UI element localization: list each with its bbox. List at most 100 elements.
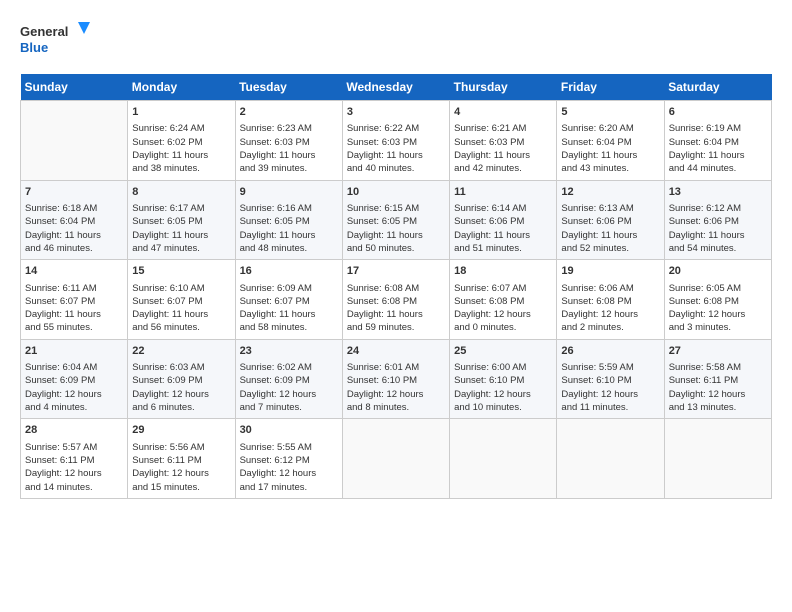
day-cell: 22Sunrise: 6:03 AM Sunset: 6:09 PM Dayli… [128, 339, 235, 419]
day-number: 6 [669, 105, 767, 120]
day-cell: 24Sunrise: 6:01 AM Sunset: 6:10 PM Dayli… [342, 339, 449, 419]
day-number: 27 [669, 344, 767, 359]
day-number: 18 [454, 264, 552, 279]
day-number: 14 [25, 264, 123, 279]
day-cell: 10 Sunrise: 6:15 AM Sunset: 6:05 PM Dayli… [342, 180, 449, 260]
day-cell: 9 Sunrise: 6:16 AM Sunset: 6:05 PM Daylig… [235, 180, 342, 260]
day-info: Sunrise: 6:09 AM Sunset: 6:07 PM Dayligh… [240, 282, 338, 335]
day-cell: 27 Sunrise: 5:58 AM Sunset: 6:11 PM Dayli… [664, 339, 771, 419]
day-info: Sunrise: 6:05 AM Sunset: 6:08 PM Dayligh… [669, 282, 767, 335]
day-info: Sunrise: 6:21 AM Sunset: 6:03 PM Dayligh… [454, 122, 552, 175]
day-cell: 1 Sunrise: 6:24 AM Sunset: 6:02 PM Daylig… [128, 101, 235, 181]
day-info: Sunrise: 6:02 AM Sunset: 6:09 PM Dayligh… [240, 361, 338, 414]
calendar-table: SundayMondayTuesdayWednesdayThursdayFrid… [20, 74, 772, 499]
day-number: 26 [561, 344, 659, 359]
day-cell: 2 Sunrise: 6:23 AM Sunset: 6:03 PM Daylig… [235, 101, 342, 181]
day-cell: 7Sunrise: 6:18 AM Sunset: 6:04 PM Daylig… [21, 180, 128, 260]
day-cell [450, 419, 557, 499]
day-info: Sunrise: 6:15 AM Sunset: 6:05 PM Dayligh… [347, 202, 445, 255]
day-number: 29 [132, 423, 230, 438]
day-info: Sunrise: 5:58 AM Sunset: 6:11 PM Dayligh… [669, 361, 767, 414]
day-number: 23 [240, 344, 338, 359]
day-number: 2 [240, 105, 338, 120]
day-info: Sunrise: 6:01 AM Sunset: 6:10 PM Dayligh… [347, 361, 445, 414]
day-number: 20 [669, 264, 767, 279]
header-cell-tuesday: Tuesday [235, 74, 342, 101]
day-cell: 17 Sunrise: 6:08 AM Sunset: 6:08 PM Dayli… [342, 260, 449, 340]
day-number: 10 [347, 185, 445, 200]
day-info: Sunrise: 6:18 AM Sunset: 6:04 PM Dayligh… [25, 202, 123, 255]
svg-text:Blue: Blue [20, 40, 48, 55]
day-number: 19 [561, 264, 659, 279]
day-number: 4 [454, 105, 552, 120]
calendar-body: 1 Sunrise: 6:24 AM Sunset: 6:02 PM Daylig… [21, 101, 772, 499]
week-row-5: 28Sunrise: 5:57 AM Sunset: 6:11 PM Dayli… [21, 419, 772, 499]
day-info: Sunrise: 6:22 AM Sunset: 6:03 PM Dayligh… [347, 122, 445, 175]
day-number: 9 [240, 185, 338, 200]
day-cell [557, 419, 664, 499]
day-cell: 4 Sunrise: 6:21 AM Sunset: 6:03 PM Daylig… [450, 101, 557, 181]
svg-text:General: General [20, 24, 68, 39]
day-info: Sunrise: 6:08 AM Sunset: 6:08 PM Dayligh… [347, 282, 445, 335]
day-cell: 16 Sunrise: 6:09 AM Sunset: 6:07 PM Dayli… [235, 260, 342, 340]
day-cell: 18 Sunrise: 6:07 AM Sunset: 6:08 PM Dayli… [450, 260, 557, 340]
header-row: SundayMondayTuesdayWednesdayThursdayFrid… [21, 74, 772, 101]
day-number: 25 [454, 344, 552, 359]
day-info: Sunrise: 6:23 AM Sunset: 6:03 PM Dayligh… [240, 122, 338, 175]
day-number: 5 [561, 105, 659, 120]
day-info: Sunrise: 6:20 AM Sunset: 6:04 PM Dayligh… [561, 122, 659, 175]
week-row-2: 7Sunrise: 6:18 AM Sunset: 6:04 PM Daylig… [21, 180, 772, 260]
day-cell: 26 Sunrise: 5:59 AM Sunset: 6:10 PM Dayli… [557, 339, 664, 419]
day-number: 1 [132, 105, 230, 120]
day-number: 13 [669, 185, 767, 200]
day-info: Sunrise: 6:14 AM Sunset: 6:06 PM Dayligh… [454, 202, 552, 255]
week-row-1: 1 Sunrise: 6:24 AM Sunset: 6:02 PM Daylig… [21, 101, 772, 181]
day-cell: 14 Sunrise: 6:11 AM Sunset: 6:07 PM Dayli… [21, 260, 128, 340]
day-number: 12 [561, 185, 659, 200]
day-info: Sunrise: 6:03 AM Sunset: 6:09 PM Dayligh… [132, 361, 230, 414]
day-cell: 3Sunrise: 6:22 AM Sunset: 6:03 PM Daylig… [342, 101, 449, 181]
week-row-4: 21 Sunrise: 6:04 AM Sunset: 6:09 PM Dayli… [21, 339, 772, 419]
day-info: Sunrise: 6:16 AM Sunset: 6:05 PM Dayligh… [240, 202, 338, 255]
calendar-header: SundayMondayTuesdayWednesdayThursdayFrid… [21, 74, 772, 101]
day-cell [21, 101, 128, 181]
day-number: 15 [132, 264, 230, 279]
day-cell: 20 Sunrise: 6:05 AM Sunset: 6:08 PM Dayli… [664, 260, 771, 340]
day-info: Sunrise: 6:17 AM Sunset: 6:05 PM Dayligh… [132, 202, 230, 255]
day-cell: 13 Sunrise: 6:12 AM Sunset: 6:06 PM Dayli… [664, 180, 771, 260]
day-info: Sunrise: 6:07 AM Sunset: 6:08 PM Dayligh… [454, 282, 552, 335]
day-cell: 29 Sunrise: 5:56 AM Sunset: 6:11 PM Dayli… [128, 419, 235, 499]
page-header: General Blue [20, 20, 772, 64]
header-cell-saturday: Saturday [664, 74, 771, 101]
day-cell: 21 Sunrise: 6:04 AM Sunset: 6:09 PM Dayli… [21, 339, 128, 419]
day-cell: 25Sunrise: 6:00 AM Sunset: 6:10 PM Dayli… [450, 339, 557, 419]
day-info: Sunrise: 6:12 AM Sunset: 6:06 PM Dayligh… [669, 202, 767, 255]
day-cell: 6 Sunrise: 6:19 AM Sunset: 6:04 PM Daylig… [664, 101, 771, 181]
day-info: Sunrise: 5:59 AM Sunset: 6:10 PM Dayligh… [561, 361, 659, 414]
day-cell [664, 419, 771, 499]
day-info: Sunrise: 6:11 AM Sunset: 6:07 PM Dayligh… [25, 282, 123, 335]
day-cell: 23 Sunrise: 6:02 AM Sunset: 6:09 PM Dayli… [235, 339, 342, 419]
day-cell: 11Sunrise: 6:14 AM Sunset: 6:06 PM Dayli… [450, 180, 557, 260]
day-cell: 30Sunrise: 5:55 AM Sunset: 6:12 PM Dayli… [235, 419, 342, 499]
header-cell-friday: Friday [557, 74, 664, 101]
day-number: 28 [25, 423, 123, 438]
header-cell-wednesday: Wednesday [342, 74, 449, 101]
day-cell: 5 Sunrise: 6:20 AM Sunset: 6:04 PM Daylig… [557, 101, 664, 181]
logo-svg: General Blue [20, 20, 90, 64]
logo: General Blue [20, 20, 90, 64]
day-info: Sunrise: 5:55 AM Sunset: 6:12 PM Dayligh… [240, 441, 338, 494]
day-info: Sunrise: 6:10 AM Sunset: 6:07 PM Dayligh… [132, 282, 230, 335]
day-cell: 15 Sunrise: 6:10 AM Sunset: 6:07 PM Dayli… [128, 260, 235, 340]
day-cell: 12Sunrise: 6:13 AM Sunset: 6:06 PM Dayli… [557, 180, 664, 260]
day-info: Sunrise: 5:56 AM Sunset: 6:11 PM Dayligh… [132, 441, 230, 494]
day-number: 16 [240, 264, 338, 279]
day-number: 17 [347, 264, 445, 279]
day-info: Sunrise: 6:19 AM Sunset: 6:04 PM Dayligh… [669, 122, 767, 175]
day-info: Sunrise: 6:24 AM Sunset: 6:02 PM Dayligh… [132, 122, 230, 175]
day-number: 21 [25, 344, 123, 359]
week-row-3: 14 Sunrise: 6:11 AM Sunset: 6:07 PM Dayli… [21, 260, 772, 340]
day-cell: 28Sunrise: 5:57 AM Sunset: 6:11 PM Dayli… [21, 419, 128, 499]
day-info: Sunrise: 6:04 AM Sunset: 6:09 PM Dayligh… [25, 361, 123, 414]
header-cell-sunday: Sunday [21, 74, 128, 101]
